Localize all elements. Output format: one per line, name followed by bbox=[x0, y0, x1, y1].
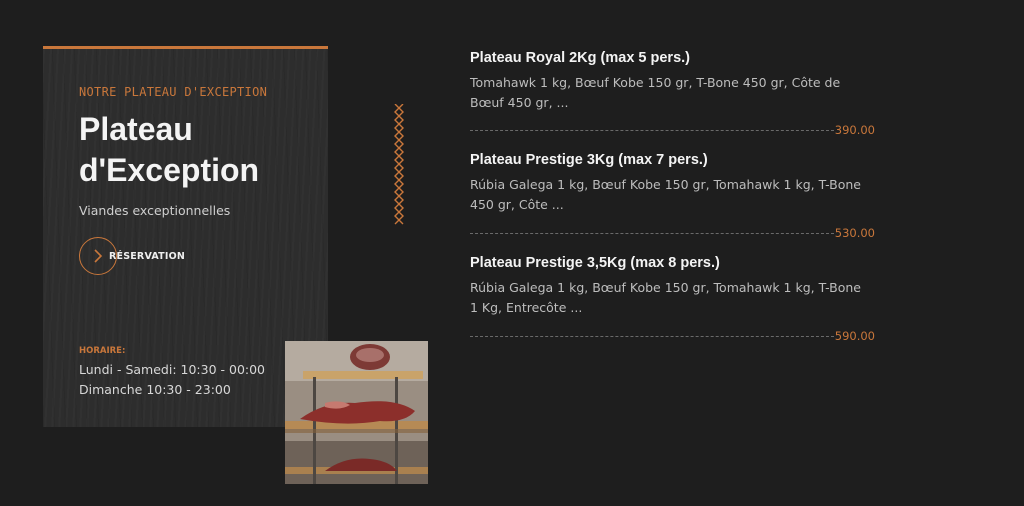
menu-item-title: Plateau Prestige 3Kg (max 7 pers.) bbox=[470, 152, 708, 168]
section-eyebrow: NOTRE PLATEAU D'EXCEPTION bbox=[79, 85, 268, 99]
page: NOTRE PLATEAU D'EXCEPTION Plateau d'Exce… bbox=[0, 0, 1024, 506]
page-subtitle: Viandes exceptionnelles bbox=[79, 203, 231, 218]
price-row: 590.00 bbox=[470, 329, 875, 343]
hours-label: HORAIRE: bbox=[79, 346, 126, 356]
menu-item-description: Rúbia Galega 1 kg, Bœuf Kobe 150 gr, Tom… bbox=[470, 177, 861, 212]
page-title: Plateau d'Exception bbox=[79, 111, 260, 188]
menu-item: Plateau Royal 2Kg (max 5 pers.) Tomahawk… bbox=[470, 50, 875, 137]
zigzag-ornament-icon bbox=[394, 104, 404, 225]
menu-item-description: Tomahawk 1 kg, Bœuf Kobe 150 gr, T-Bone … bbox=[470, 75, 841, 110]
menu-item-title: Plateau Prestige 3,5Kg (max 8 pers.) bbox=[470, 255, 720, 271]
dotted-leader bbox=[470, 232, 834, 234]
meat-rack-photo bbox=[285, 341, 428, 484]
menu-item: Plateau Prestige 3Kg (max 7 pers.) Rúbia… bbox=[470, 152, 875, 240]
dotted-leader bbox=[470, 129, 834, 131]
dotted-leader bbox=[470, 335, 834, 337]
reservation-label: RÉSERVATION bbox=[109, 250, 186, 262]
menu-item-price: 390.00 bbox=[834, 123, 875, 137]
hours-sunday: Dimanche 10:30 - 23:00 bbox=[79, 382, 231, 397]
menu-item: Plateau Prestige 3,5Kg (max 8 pers.) Rúb… bbox=[470, 255, 875, 343]
menu-item-description: Rúbia Galega 1 kg, Bœuf Kobe 150 gr, Tom… bbox=[470, 280, 861, 315]
price-row: 390.00 bbox=[470, 123, 875, 137]
price-row: 530.00 bbox=[470, 226, 875, 240]
menu-item-price: 530.00 bbox=[834, 226, 875, 240]
hours-weekdays: Lundi - Samedi: 10:30 - 00:00 bbox=[79, 362, 266, 377]
reservation-button[interactable]: RÉSERVATION bbox=[79, 236, 185, 276]
menu-item-price: 590.00 bbox=[834, 329, 875, 343]
menu-item-title: Plateau Royal 2Kg (max 5 pers.) bbox=[470, 50, 690, 66]
